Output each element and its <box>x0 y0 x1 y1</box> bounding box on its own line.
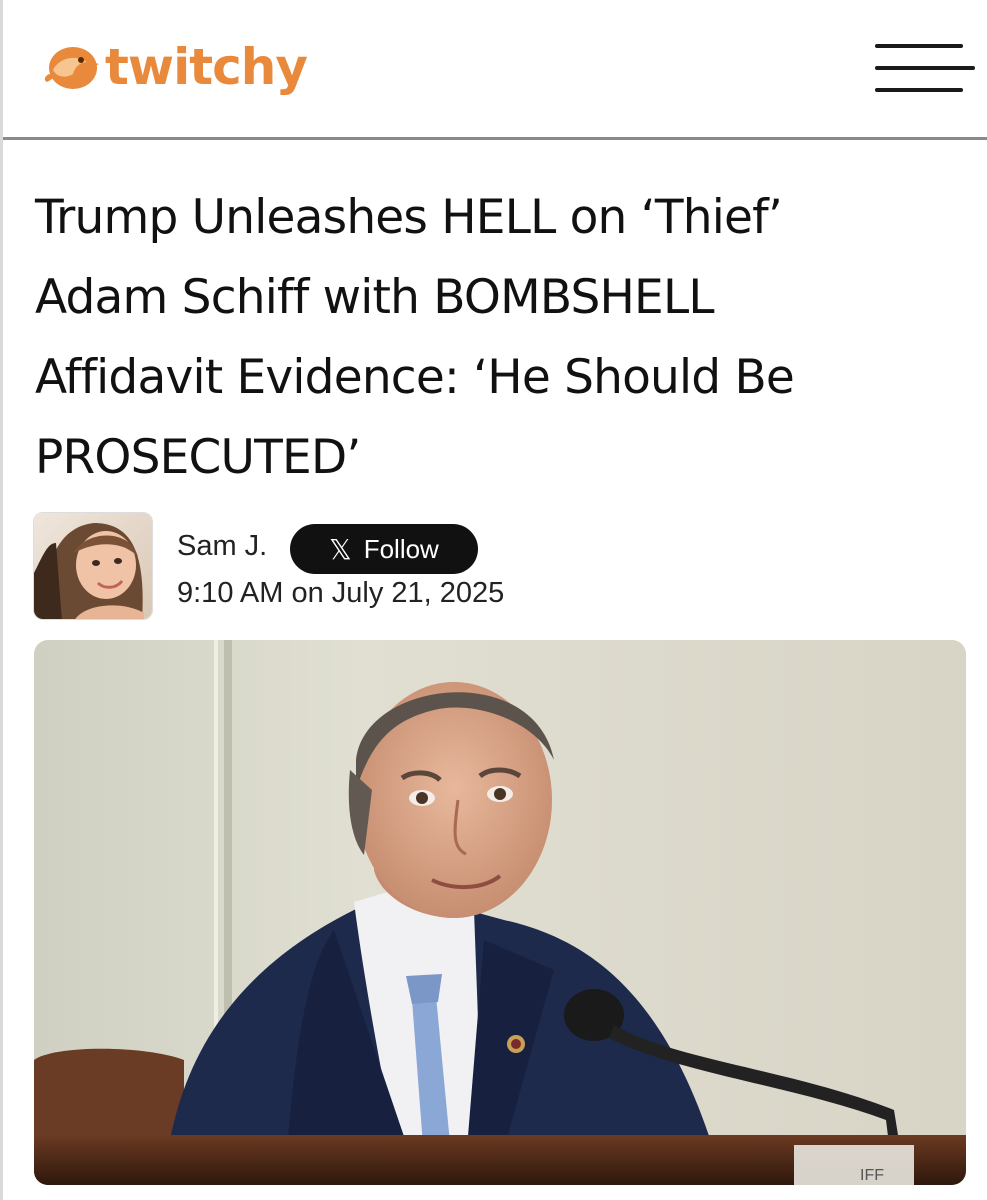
author-name[interactable]: Sam J. <box>177 530 267 563</box>
author-avatar-image <box>34 513 152 619</box>
headline-line: Affidavit Evidence: ‘He Should Be <box>35 350 795 405</box>
logo-text: twitchy <box>105 38 308 96</box>
author-avatar[interactable] <box>33 512 153 620</box>
page-frame: twitchy Trump Unleashes HELL on ‘Thief’ … <box>0 0 987 1200</box>
article-hero-image[interactable]: IFF <box>34 640 966 1185</box>
headline-line: Adam Schiff with BOMBSHELL <box>35 270 715 325</box>
x-logo-icon: 𝕏 <box>329 532 352 566</box>
follow-label: Follow <box>363 533 439 564</box>
site-logo[interactable]: twitchy <box>43 38 308 96</box>
follow-button[interactable]: 𝕏 Follow <box>290 524 478 574</box>
menu-button[interactable] <box>871 44 975 96</box>
placard-text: IFF <box>860 1167 884 1184</box>
hero-photo: IFF <box>34 640 966 1185</box>
headline-line: Trump Unleashes HELL on ‘Thief’ <box>35 190 783 245</box>
headline-line: PROSECUTED’ <box>35 430 361 485</box>
site-header: twitchy <box>3 0 987 140</box>
article-headline: Trump Unleashes HELL on ‘Thief’ Adam Sch… <box>35 178 965 498</box>
bird-icon <box>44 47 99 89</box>
publish-timestamp: 9:10 AM on July 21, 2025 <box>177 577 505 609</box>
